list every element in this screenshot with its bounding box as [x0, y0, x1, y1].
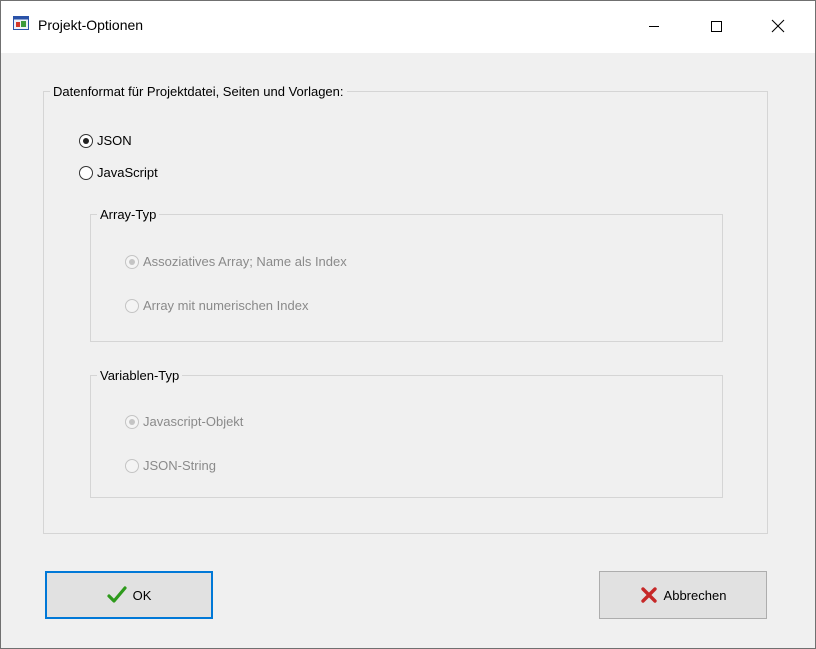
cancel-button[interactable]: Abbrechen	[599, 571, 767, 619]
close-icon	[771, 19, 785, 36]
radio-javascript-indicator[interactable]	[79, 165, 93, 180]
radio-json[interactable]: JSON	[79, 133, 132, 148]
format-group-legend: Datenformat für Projektdatei, Seiten und…	[50, 84, 347, 99]
variable-type-groupbox	[90, 375, 723, 498]
radio-javascript-object-indicator[interactable]	[125, 414, 139, 429]
checkmark-icon	[106, 586, 127, 604]
window-title: Projekt-Optionen	[38, 17, 144, 33]
radio-json-string-indicator[interactable]	[125, 458, 139, 473]
ok-button-label: OK	[132, 587, 152, 603]
radio-numeric-array-label: Array mit numerischen Index	[143, 298, 309, 313]
radio-numeric-array[interactable]: Array mit numerischen Index	[125, 298, 308, 313]
array-type-legend: Array-Typ	[97, 207, 160, 222]
radio-json-label: JSON	[97, 133, 132, 148]
radio-associative-array-label: Assoziatives Array; Name als Index	[143, 254, 347, 269]
cancel-x-icon	[640, 586, 658, 604]
maximize-icon	[710, 20, 722, 35]
radio-json-indicator[interactable]	[79, 133, 93, 148]
title-bar[interactable]: Projekt-Optionen	[1, 1, 815, 53]
minimize-icon	[648, 20, 660, 35]
radio-numeric-array-indicator[interactable]	[125, 298, 139, 313]
cancel-button-label: Abbrechen	[663, 587, 727, 603]
radio-javascript[interactable]: JavaScript	[79, 165, 158, 180]
radio-json-string-label: JSON-String	[143, 458, 216, 473]
minimize-button[interactable]	[631, 1, 677, 53]
radio-json-string[interactable]: JSON-String	[125, 458, 216, 473]
variable-type-legend: Variablen-Typ	[97, 368, 183, 383]
maximize-button[interactable]	[693, 1, 739, 53]
close-button[interactable]	[755, 1, 801, 53]
array-type-groupbox	[90, 214, 723, 342]
dialog-window: Projekt-Optionen Datenformat für Projekt…	[0, 0, 816, 649]
radio-javascript-label: JavaScript	[97, 165, 158, 180]
radio-associative-array-indicator[interactable]	[125, 254, 139, 269]
radio-associative-array[interactable]: Assoziatives Array; Name als Index	[125, 254, 347, 269]
radio-javascript-object-label: Javascript-Objekt	[143, 414, 244, 429]
app-icon	[13, 15, 29, 31]
radio-javascript-object[interactable]: Javascript-Objekt	[125, 414, 243, 429]
ok-button[interactable]: OK	[45, 571, 213, 619]
